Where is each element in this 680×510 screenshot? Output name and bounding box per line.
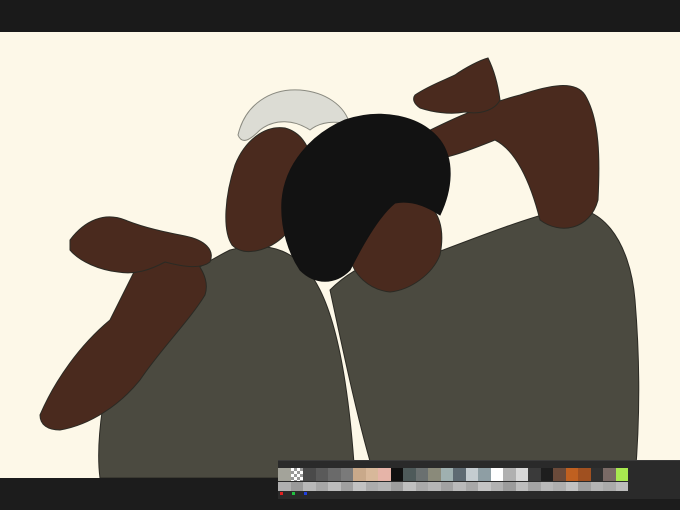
color-palette-panel bbox=[278, 460, 680, 499]
shade-swatch-22[interactable] bbox=[553, 482, 566, 491]
palette-row-main bbox=[278, 468, 628, 481]
shade-swatch-6[interactable] bbox=[353, 482, 366, 491]
shade-swatch-1[interactable] bbox=[290, 482, 303, 491]
color-swatch-6[interactable] bbox=[353, 468, 366, 481]
color-swatch-16[interactable] bbox=[478, 468, 491, 481]
shade-swatch-5[interactable] bbox=[340, 482, 353, 491]
shade-swatch-16[interactable] bbox=[478, 482, 491, 491]
shade-swatch-4[interactable] bbox=[328, 482, 341, 491]
color-swatch-18[interactable] bbox=[503, 468, 516, 481]
color-swatch-3[interactable] bbox=[315, 468, 328, 481]
shade-swatch-11[interactable] bbox=[415, 482, 428, 491]
color-swatch-27[interactable] bbox=[615, 468, 628, 481]
right-figure-hand bbox=[413, 57, 501, 114]
palette-row-secondary bbox=[278, 482, 628, 491]
indicator-dot-1 bbox=[292, 492, 295, 495]
color-swatch-26[interactable] bbox=[603, 468, 616, 481]
color-swatch-4[interactable] bbox=[328, 468, 341, 481]
shade-swatch-7[interactable] bbox=[365, 482, 378, 491]
shade-swatch-15[interactable] bbox=[465, 482, 478, 491]
color-swatch-21[interactable] bbox=[540, 468, 553, 481]
color-swatch-10[interactable] bbox=[403, 468, 416, 481]
shade-swatch-19[interactable] bbox=[515, 482, 528, 491]
color-swatch-22[interactable] bbox=[553, 468, 566, 481]
color-swatch-15[interactable] bbox=[465, 468, 478, 481]
shade-swatch-8[interactable] bbox=[378, 482, 391, 491]
color-swatch-14[interactable] bbox=[453, 468, 466, 481]
color-swatch-2[interactable] bbox=[303, 468, 316, 481]
shade-swatch-17[interactable] bbox=[490, 482, 503, 491]
color-swatch-24[interactable] bbox=[578, 468, 591, 481]
color-swatch-1[interactable] bbox=[290, 468, 303, 481]
shade-swatch-27[interactable] bbox=[615, 482, 628, 491]
shade-swatch-26[interactable] bbox=[603, 482, 616, 491]
shade-swatch-24[interactable] bbox=[578, 482, 591, 491]
color-swatch-7[interactable] bbox=[365, 468, 378, 481]
indicator-dot-2 bbox=[304, 492, 307, 495]
shade-swatch-25[interactable] bbox=[590, 482, 603, 491]
shade-swatch-2[interactable] bbox=[303, 482, 316, 491]
color-swatch-5[interactable] bbox=[340, 468, 353, 481]
shade-swatch-14[interactable] bbox=[453, 482, 466, 491]
top-toolbar bbox=[0, 0, 680, 32]
shade-swatch-10[interactable] bbox=[403, 482, 416, 491]
shade-swatch-9[interactable] bbox=[390, 482, 403, 491]
color-swatch-25[interactable] bbox=[590, 468, 603, 481]
shade-swatch-3[interactable] bbox=[315, 482, 328, 491]
color-swatch-17[interactable] bbox=[490, 468, 503, 481]
shade-swatch-20[interactable] bbox=[528, 482, 541, 491]
left-figure-hand bbox=[69, 216, 212, 274]
color-swatch-0[interactable] bbox=[278, 468, 291, 481]
color-swatch-9[interactable] bbox=[390, 468, 403, 481]
color-swatch-20[interactable] bbox=[528, 468, 541, 481]
shade-swatch-0[interactable] bbox=[278, 482, 291, 491]
color-swatch-12[interactable] bbox=[428, 468, 441, 481]
shade-swatch-21[interactable] bbox=[540, 482, 553, 491]
color-swatch-19[interactable] bbox=[515, 468, 528, 481]
shade-swatch-18[interactable] bbox=[503, 482, 516, 491]
shade-swatch-12[interactable] bbox=[428, 482, 441, 491]
shade-swatch-23[interactable] bbox=[565, 482, 578, 491]
color-swatch-8[interactable] bbox=[378, 468, 391, 481]
artwork bbox=[39, 57, 640, 478]
color-swatch-23[interactable] bbox=[565, 468, 578, 481]
indicator-dot-0 bbox=[280, 492, 283, 495]
drawing-canvas[interactable] bbox=[0, 32, 680, 478]
color-swatch-13[interactable] bbox=[440, 468, 453, 481]
color-swatch-11[interactable] bbox=[415, 468, 428, 481]
shade-swatch-13[interactable] bbox=[440, 482, 453, 491]
color-indicators bbox=[280, 492, 307, 495]
